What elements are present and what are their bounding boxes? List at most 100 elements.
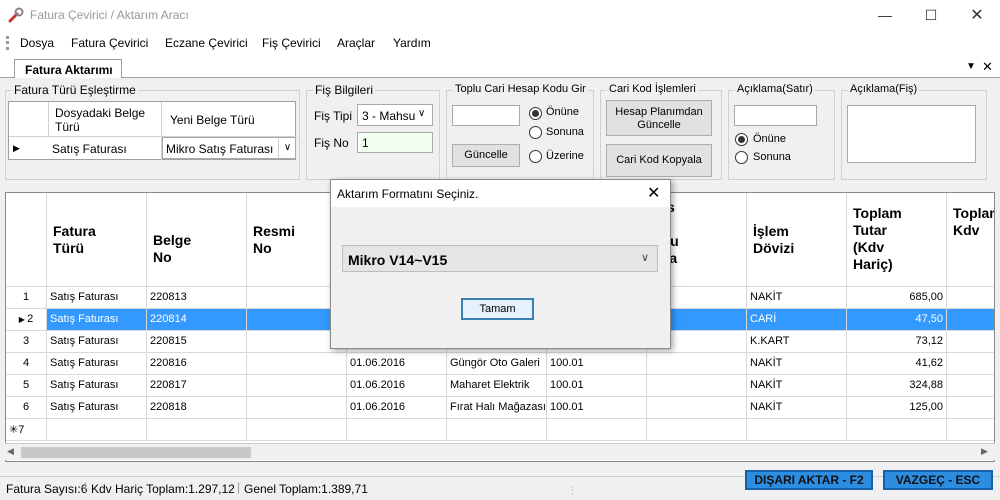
cell-fatura-turu[interactable]: Satış Faturası xyxy=(47,375,147,397)
col-toplam-tutar[interactable]: Toplam Tutar (Kdv Hariç) xyxy=(847,193,947,287)
cell-fatura-turu[interactable]: Satış Faturası xyxy=(47,287,147,309)
fis-type-select[interactable]: 3 - Mahsu ∨ xyxy=(357,104,433,126)
menu-yardim[interactable]: Yardım xyxy=(393,36,431,50)
cell-islem-dovizi[interactable]: NAKİT xyxy=(747,353,847,375)
radio-onune[interactable] xyxy=(529,107,542,120)
format-select[interactable]: Mikro V14~V15 ∨ xyxy=(342,245,658,272)
new-row-cell[interactable] xyxy=(47,419,147,441)
cell-borc-alacak[interactable] xyxy=(647,353,747,375)
row-number[interactable]: 5 xyxy=(6,375,47,397)
bulk-update-button[interactable]: Güncelle xyxy=(452,144,520,167)
minimize-button[interactable]: — xyxy=(862,0,908,31)
scroll-right-icon[interactable]: ▶ xyxy=(981,446,988,457)
cell-belge-no[interactable]: 220814 xyxy=(147,309,247,331)
tab-list-icon[interactable]: ▼ xyxy=(966,61,976,72)
cell-tarih[interactable]: 01.06.2016 xyxy=(347,375,447,397)
horizontal-scrollbar[interactable]: ◀ ▶ xyxy=(5,443,995,460)
menu-fis-cevirici[interactable]: Fiş Çevirici xyxy=(262,36,321,50)
menu-eczane-cevirici[interactable]: Eczane Çevirici xyxy=(165,36,248,50)
close-button[interactable]: ✕ xyxy=(954,0,1000,31)
new-row-cell[interactable] xyxy=(247,419,347,441)
new-row-cell[interactable] xyxy=(447,419,547,441)
cell-toplam-tutar[interactable]: 324,88 xyxy=(847,375,947,397)
chevron-down-icon[interactable]: ∨ xyxy=(278,138,296,158)
cell-islem-dovizi[interactable]: NAKİT xyxy=(747,397,847,419)
cell-toplam-tutar[interactable]: 47,50 xyxy=(847,309,947,331)
cell-toplam-kdv[interactable] xyxy=(947,309,994,331)
export-button[interactable]: DIŞARI AKTAR - F2 xyxy=(745,470,873,490)
new-row-cell[interactable] xyxy=(547,419,647,441)
fis-no-input[interactable]: 1 xyxy=(357,132,433,153)
cell-belge-no[interactable]: 220816 xyxy=(147,353,247,375)
radio-sonuna[interactable] xyxy=(529,126,542,139)
cell-fatura-turu[interactable]: Satış Faturası xyxy=(47,309,147,331)
cell-islem-dovizi[interactable]: NAKİT xyxy=(747,287,847,309)
maximize-button[interactable]: ☐ xyxy=(908,0,954,31)
cell-toplam-tutar[interactable]: 685,00 xyxy=(847,287,947,309)
tab-fatura-aktarimi[interactable]: Fatura Aktarımı xyxy=(14,59,122,79)
col-islem-dovizi[interactable]: İşlem Dövizi xyxy=(747,193,847,287)
cell-fatura-turu[interactable]: Satış Faturası xyxy=(47,397,147,419)
row-number[interactable]: ▶ 2 xyxy=(6,309,47,331)
cell-toplam-tutar[interactable]: 125,00 xyxy=(847,397,947,419)
plan-update-button[interactable]: Hesap Planımdan Güncelle xyxy=(606,100,712,136)
cell-cari-adi[interactable]: Fırat Halı Mağazası xyxy=(447,397,547,419)
col-fatura-turu[interactable]: Fatura Türü xyxy=(47,193,147,287)
dialog-close-icon[interactable]: ✕ xyxy=(647,183,660,203)
cell-borc-alacak[interactable] xyxy=(647,375,747,397)
cell-borc-alacak[interactable] xyxy=(647,397,747,419)
cell-hesap-kodu[interactable]: 100.01 xyxy=(547,397,647,419)
cell-resmi-no[interactable] xyxy=(247,353,347,375)
cell-hesap-kodu[interactable]: 100.01 xyxy=(547,375,647,397)
new-row-cell[interactable] xyxy=(947,419,994,441)
row-number[interactable]: 3 xyxy=(6,331,47,353)
cell-islem-dovizi[interactable]: K.KART xyxy=(747,331,847,353)
target-type-select[interactable]: Mikro Satış Faturası ∨ xyxy=(162,137,296,159)
cell-resmi-no[interactable] xyxy=(247,375,347,397)
bulk-account-input[interactable] xyxy=(452,105,520,126)
cell-belge-no[interactable]: 220818 xyxy=(147,397,247,419)
row-number[interactable]: 1 xyxy=(6,287,47,309)
row-number[interactable]: 4 xyxy=(6,353,47,375)
new-row-cell[interactable] xyxy=(747,419,847,441)
col-toplam-kdv[interactable]: ToplamKdv xyxy=(947,193,994,287)
cell-fatura-turu[interactable]: Satış Faturası xyxy=(47,331,147,353)
cell-fatura-turu[interactable]: Satış Faturası xyxy=(47,353,147,375)
col-belge-no[interactable]: Belge No xyxy=(147,193,247,287)
cell-toplam-kdv[interactable] xyxy=(947,375,994,397)
cell-toplam-kdv[interactable] xyxy=(947,331,994,353)
new-row-marker[interactable]: ✳7 xyxy=(6,419,47,441)
cell-belge-no[interactable]: 220813 xyxy=(147,287,247,309)
cell-tarih[interactable]: 01.06.2016 xyxy=(347,353,447,375)
cell-tarih[interactable]: 01.06.2016 xyxy=(347,397,447,419)
row-number[interactable]: 6 xyxy=(6,397,47,419)
cell-cari-adi[interactable]: Maharet Elektrik xyxy=(447,375,547,397)
cell-toplam-tutar[interactable]: 73,12 xyxy=(847,331,947,353)
scroll-left-icon[interactable]: ◀ xyxy=(7,446,14,457)
menu-dosya[interactable]: Dosya xyxy=(20,36,54,50)
tab-close-icon[interactable]: ✕ xyxy=(982,59,993,75)
table-row[interactable]: 6 Satış Faturası 220818 01.06.2016 Fırat Hal… xyxy=(6,397,994,419)
cell-toplam-kdv[interactable] xyxy=(947,397,994,419)
cell-toplam-tutar[interactable]: 41,62 xyxy=(847,353,947,375)
cell-hesap-kodu[interactable]: 100.01 xyxy=(547,353,647,375)
radio-line-sonuna[interactable] xyxy=(735,151,748,164)
table-row[interactable]: 5 Satış Faturası 220817 01.06.2016 Maharet E… xyxy=(6,375,994,397)
new-row[interactable]: ✳7 xyxy=(6,419,994,441)
cancel-button[interactable]: VAZGEÇ - ESC xyxy=(883,470,993,490)
source-type-cell[interactable]: Satış Faturası xyxy=(49,137,162,160)
cell-belge-no[interactable]: 220815 xyxy=(147,331,247,353)
new-row-cell[interactable] xyxy=(347,419,447,441)
copy-account-button[interactable]: Cari Kod Kopyala xyxy=(606,144,712,177)
ok-button[interactable]: Tamam xyxy=(461,298,534,320)
new-row-cell[interactable] xyxy=(847,419,947,441)
menu-fatura-cevirici[interactable]: Fatura Çevirici xyxy=(71,36,148,50)
receipt-note-input[interactable] xyxy=(847,105,976,163)
scroll-thumb[interactable] xyxy=(21,447,251,458)
new-row-cell[interactable] xyxy=(147,419,247,441)
cell-toplam-kdv[interactable] xyxy=(947,353,994,375)
table-row[interactable]: 4 Satış Faturası 220816 01.06.2016 Güngör Ot… xyxy=(6,353,994,375)
cell-islem-dovizi[interactable]: NAKİT xyxy=(747,375,847,397)
new-row-cell[interactable] xyxy=(647,419,747,441)
menu-araclar[interactable]: Araçlar xyxy=(337,36,375,50)
